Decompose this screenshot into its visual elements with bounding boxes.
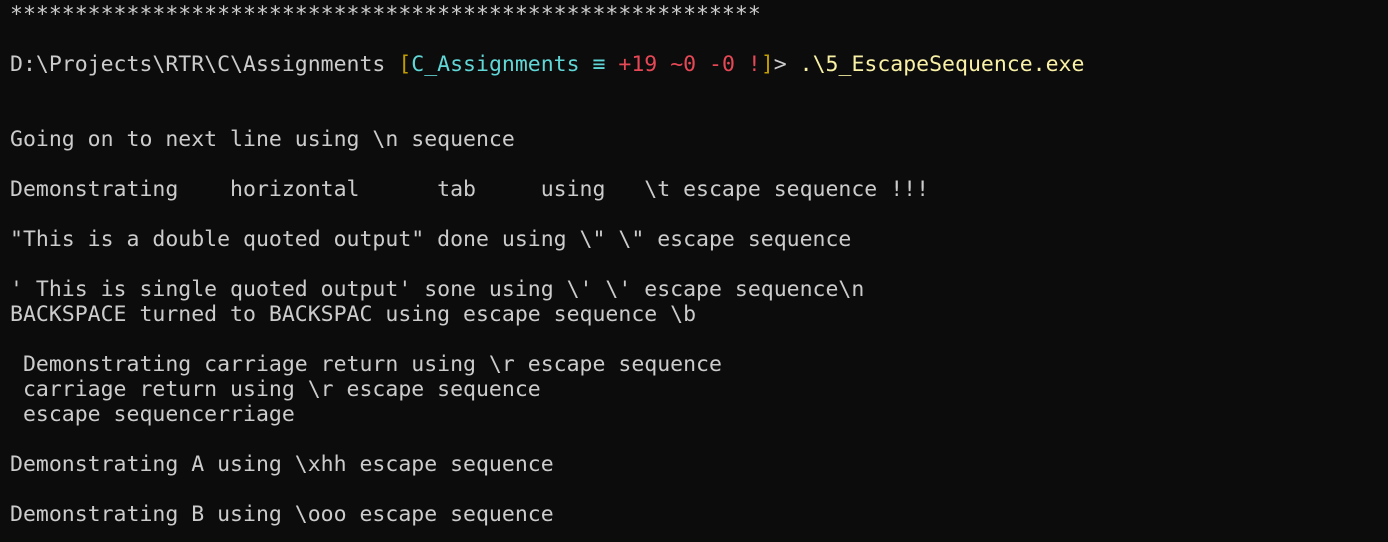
output-line: Demonstrating A using \xhh escape sequen… [10, 452, 554, 477]
prompt-bracket-open: [ [398, 52, 412, 77]
git-dirty: ! [734, 52, 761, 77]
output-line: carriage return using \r escape sequence [10, 377, 541, 402]
output-line: ' This is single quoted output' sone usi… [10, 277, 865, 302]
output-line: Demonstrating carriage return using \r e… [10, 352, 722, 377]
prompt-path: D:\Projects\RTR\C\Assignments [10, 52, 399, 77]
output-line: BACKSPACE turned to BACKSPAC using escap… [10, 302, 697, 327]
output-line: Going on to next line using \n sequence [10, 127, 515, 152]
output-line: "This is a double quoted output" done us… [10, 227, 852, 252]
command-text[interactable]: .\5_EscapeSequence.exe [800, 52, 1085, 77]
output-line: Demonstrating horizontal tab using \t es… [10, 177, 930, 202]
terminal-window[interactable]: ****************************************… [0, 0, 1388, 542]
git-branch: C_Assignments [411, 52, 580, 77]
git-modified: ~0 [657, 52, 697, 77]
stars-separator: ****************************************… [10, 2, 761, 27]
git-ahead: +19 [618, 52, 658, 77]
git-deleted: -0 [696, 52, 735, 77]
prompt-line: D:\Projects\RTR\C\Assignments [C_Assignm… [10, 52, 1378, 77]
prompt-arrow: > [773, 52, 800, 77]
program-output: Going on to next line using \n sequence D… [10, 127, 1378, 527]
output-line: Demonstrating B using \ooo escape sequen… [10, 502, 554, 527]
git-equiv-icon: ≡ [579, 52, 619, 77]
prompt-bracket-close: ] [760, 52, 774, 77]
output-line: escape sequencerriage [10, 402, 295, 427]
